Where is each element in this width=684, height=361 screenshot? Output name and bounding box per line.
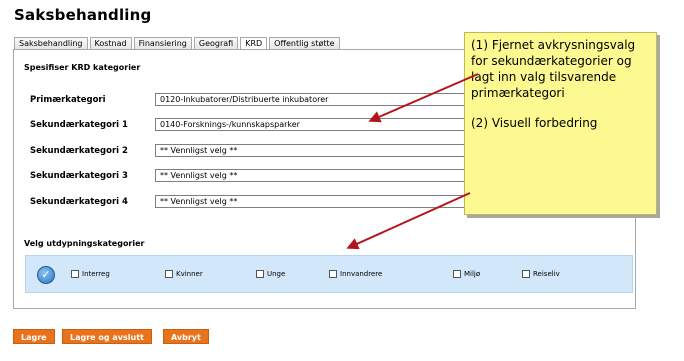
sekundaerkategori-3-label: Sekundærkategori 3 (30, 171, 128, 181)
annotation-note-2: (2) Visuell forbedring (471, 116, 598, 130)
sekundaerkategori-1-value: 0140-Forsknings-/kunnskapsparker (160, 120, 300, 129)
checkbox-unge[interactable]: Unge (256, 270, 285, 278)
utdypning-section-title: Velg utdypningskategorier (24, 239, 145, 248)
checkbox-box[interactable] (453, 270, 461, 278)
checkbox-kvinner[interactable]: Kvinner (165, 270, 203, 278)
krd-section-title: Spesifiser KRD kategorier (24, 63, 141, 72)
primaerkategori-label: Primærkategori (30, 95, 106, 105)
checkbox-label: Kvinner (176, 270, 203, 278)
annotation-note: (1) Fjernet avkrysningsvalg for sekundær… (464, 32, 657, 215)
checkbox-label: Interreg (82, 270, 110, 278)
checkbox-box[interactable] (256, 270, 264, 278)
checkbox-interreg[interactable]: Interreg (71, 270, 110, 278)
sekundaerkategori-4-select[interactable]: ** Vennligst velg ** ▼ (155, 195, 476, 208)
sekundaerkategori-4-value: ** Vennligst velg ** (160, 197, 238, 206)
checkbox-box[interactable] (71, 270, 79, 278)
page-title: Saksbehandling (14, 6, 152, 24)
checkbox-label: Miljø (464, 270, 481, 278)
checkbox-miljo[interactable]: Miljø (453, 270, 480, 278)
checkbox-reiseliv[interactable]: Reiseliv (522, 270, 560, 278)
checkbox-box[interactable] (329, 270, 337, 278)
checkbox-label: Reiseliv (533, 270, 560, 278)
sekundaerkategori-2-label: Sekundærkategori 2 (30, 146, 128, 156)
save-button[interactable]: Lagre (13, 329, 55, 344)
sekundaerkategori-3-value: ** Vennligst velg ** (160, 171, 238, 180)
checkbox-label: Unge (267, 270, 286, 278)
check-circle-icon: ✓ (37, 266, 55, 284)
checkbox-box[interactable] (522, 270, 530, 278)
primaerkategori-select[interactable]: 0120-Inkubatorer/Distribuerte inkubatore… (155, 93, 476, 106)
sekundaerkategori-4-label: Sekundærkategori 4 (30, 197, 128, 207)
checkbox-box[interactable] (165, 270, 173, 278)
cancel-button[interactable]: Avbryt (163, 329, 209, 344)
sekundaerkategori-1-select[interactable]: 0140-Forsknings-/kunnskapsparker ▼ (155, 118, 476, 131)
sekundaerkategori-1-label: Sekundærkategori 1 (30, 120, 128, 130)
save-and-close-button[interactable]: Lagre og avslutt (62, 329, 152, 344)
sekundaerkategori-2-value: ** Vennligst velg ** (160, 146, 238, 155)
checkbox-label: Innvandrere (340, 270, 383, 278)
sekundaerkategori-2-select[interactable]: ** Vennligst velg ** ▼ (155, 144, 476, 157)
checkbox-innvandrere[interactable]: Innvandrere (329, 270, 382, 278)
sekundaerkategori-3-select[interactable]: ** Vennligst velg ** ▼ (155, 169, 476, 182)
annotation-note-1: (1) Fjernet avkrysningsvalg for sekundær… (471, 38, 636, 100)
utdypning-checkbox-band: ✓ Interreg Kvinner Unge Innvandrere Milj… (25, 255, 633, 293)
primaerkategori-value: 0120-Inkubatorer/Distribuerte inkubatore… (160, 95, 329, 104)
